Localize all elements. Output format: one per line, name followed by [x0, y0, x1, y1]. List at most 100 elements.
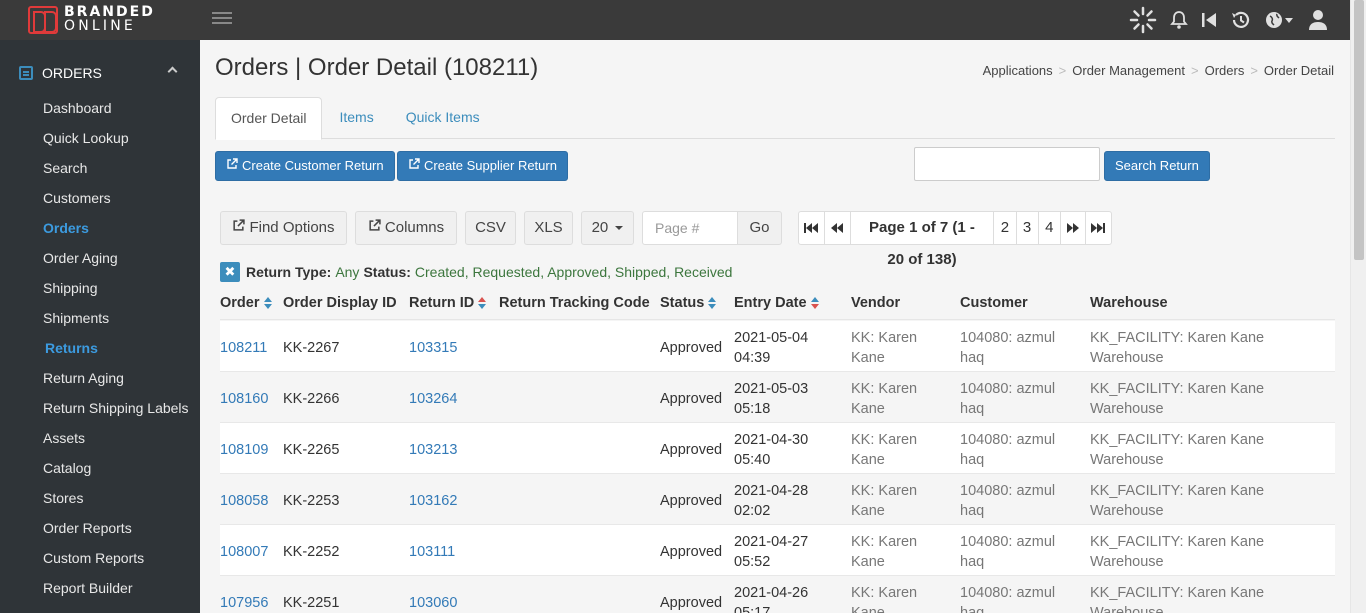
- external-link-icon: [232, 219, 246, 236]
- previous-page-icon[interactable]: [825, 212, 851, 244]
- tab-items[interactable]: Items: [324, 97, 388, 139]
- cell-time: 05:17: [734, 605, 771, 613]
- table-row[interactable]: 108007 KK-2252 103111 Approved 2021-04-27 05:…: [220, 525, 1335, 576]
- clear-filters-icon[interactable]: ✖: [220, 262, 240, 282]
- column-header-entry-date[interactable]: Entry Date: [734, 295, 819, 311]
- sidebar-item-search[interactable]: Search: [0, 153, 200, 183]
- cell-cust1: 104080: azmul: [960, 432, 1056, 448]
- search-return-input[interactable]: [914, 147, 1100, 181]
- scrollbar-thumb[interactable]: [1354, 0, 1364, 260]
- cell-return-id[interactable]: 103111: [409, 542, 455, 562]
- create-customer-return-button[interactable]: Create Customer Return: [215, 151, 395, 181]
- cell-order[interactable]: 108211: [220, 338, 267, 358]
- table-row[interactable]: 108211 KK-2267 103315 Approved 2021-05-04 04:…: [220, 321, 1335, 372]
- breadcrumb-order-management[interactable]: Order Management: [1072, 63, 1185, 78]
- sidebar: ORDERS Dashboard Quick Lookup Search Cus…: [0, 40, 200, 613]
- cell-return-id[interactable]: 103213: [409, 440, 457, 460]
- sidebar-item-stores[interactable]: Stores: [0, 483, 200, 513]
- sidebar-item-catalog[interactable]: Catalog: [0, 453, 200, 483]
- sidebar-item-customers[interactable]: Customers: [0, 183, 200, 213]
- sidebar-item-dashboard[interactable]: Dashboard: [0, 93, 200, 123]
- pagination: Page 1 of 7 (1 - 20 of 138) 2 3 4: [798, 211, 1112, 268]
- cell-order[interactable]: 108058: [220, 491, 268, 511]
- cell-time: 04:39: [734, 350, 771, 366]
- column-header-order[interactable]: Order: [220, 295, 272, 311]
- cell-vendor1: KK: Karen: [851, 534, 918, 550]
- cell-return-id[interactable]: 103315: [409, 338, 457, 358]
- first-page-icon[interactable]: [799, 212, 825, 244]
- cell-return-id[interactable]: 103162: [409, 491, 457, 511]
- column-header-order-display-id: Order Display ID: [283, 295, 397, 311]
- sidebar-item-report-builder[interactable]: Report Builder: [0, 573, 200, 603]
- filter-status-label: Status:: [363, 264, 411, 280]
- column-header-return-id[interactable]: Return ID: [409, 295, 487, 311]
- breadcrumb-applications[interactable]: Applications: [983, 63, 1053, 78]
- sidebar-item-return-shipping-labels[interactable]: Return Shipping Labels: [0, 393, 200, 423]
- history-icon[interactable]: [1230, 9, 1252, 31]
- cell-order[interactable]: 107956: [220, 593, 268, 613]
- export-xls-button[interactable]: XLS: [524, 211, 573, 245]
- page-link[interactable]: 2: [994, 212, 1017, 244]
- table-row[interactable]: 108058 KK-2253 103162 Approved 2021-04-28 02:…: [220, 474, 1335, 525]
- column-header-status[interactable]: Status: [660, 295, 717, 311]
- sidebar-item-shipping[interactable]: Shipping: [0, 273, 200, 303]
- orders-list-icon: [19, 66, 33, 80]
- export-csv-button[interactable]: CSV: [465, 211, 516, 245]
- page-size-select[interactable]: 20: [581, 211, 634, 245]
- user-profile-icon[interactable]: [1308, 9, 1328, 31]
- table-row[interactable]: 108160 KK-2266 103264 Approved 2021-05-03 05:…: [220, 372, 1335, 423]
- brand-logo-mark: [28, 6, 58, 34]
- cell-cust1: 104080: azmul: [960, 483, 1056, 499]
- cell-date: 2021-05-04: [734, 330, 809, 346]
- cell-date: 2021-04-30: [734, 432, 809, 448]
- columns-button[interactable]: Columns: [355, 211, 457, 245]
- sidebar-item-assets[interactable]: Assets: [0, 423, 200, 453]
- filter-status-value: Created, Requested, Approved, Shipped, R…: [414, 264, 733, 280]
- cell-return-id[interactable]: 103264: [409, 389, 457, 409]
- page-size-value: 20: [591, 219, 609, 236]
- sidebar-item-returns[interactable]: Returns: [0, 333, 200, 363]
- breadcrumb-orders[interactable]: Orders: [1205, 63, 1245, 78]
- cell-return-id[interactable]: 103060: [409, 593, 457, 613]
- cell-order[interactable]: 108109: [220, 440, 268, 460]
- page-link[interactable]: 3: [1017, 212, 1039, 244]
- sidebar-item-quick-lookup[interactable]: Quick Lookup: [0, 123, 200, 153]
- globe-dropdown-icon[interactable]: [1264, 9, 1296, 31]
- menu-toggle-icon[interactable]: [212, 12, 232, 28]
- page-link[interactable]: 4: [1039, 212, 1061, 244]
- cell-wh2: Warehouse: [1090, 350, 1164, 366]
- tab-quick-items[interactable]: Quick Items: [391, 97, 495, 139]
- notification-bell-icon[interactable]: [1170, 10, 1188, 30]
- cell-order[interactable]: 108007: [220, 542, 268, 562]
- sidebar-item-custom-reports[interactable]: Custom Reports: [0, 543, 200, 573]
- tab-bar: Order Detail Items Quick Items: [215, 97, 1335, 140]
- brand-logo[interactable]: BRANDED ONLINE: [28, 5, 168, 35]
- sidebar-item-order-aging[interactable]: Order Aging: [0, 243, 200, 273]
- last-page-icon[interactable]: [1086, 212, 1111, 244]
- sidebar-item-return-aging[interactable]: Return Aging: [0, 363, 200, 393]
- sort-desc-icon: [810, 297, 819, 309]
- table-row[interactable]: 108109 KK-2265 103213 Approved 2021-04-30 05:…: [220, 423, 1335, 474]
- cell-time: 05:40: [734, 452, 771, 468]
- page-scrollbar[interactable]: [1350, 0, 1366, 613]
- tab-order-detail[interactable]: Order Detail: [215, 97, 323, 140]
- breadcrumb-separator-icon: >: [1058, 63, 1067, 78]
- cell-order[interactable]: 108160: [220, 389, 268, 409]
- sidebar-section-orders[interactable]: ORDERS: [0, 62, 200, 84]
- page-number-input[interactable]: Page #: [642, 211, 738, 245]
- sort-icon: [263, 297, 272, 309]
- create-supplier-return-button[interactable]: Create Supplier Return: [397, 151, 568, 181]
- table-row[interactable]: 107956 KK-2251 103060 Approved 2021-04-26 05:…: [220, 576, 1335, 613]
- sidebar-item-order-reports[interactable]: Order Reports: [0, 513, 200, 543]
- go-button[interactable]: Go: [737, 211, 782, 245]
- find-options-button[interactable]: Find Options: [220, 211, 347, 245]
- cell-status: Approved: [660, 391, 723, 407]
- sidebar-item-orders[interactable]: Orders: [0, 213, 200, 243]
- cell-status: Approved: [660, 544, 723, 560]
- sidebar-item-shipments[interactable]: Shipments: [0, 303, 200, 333]
- active-filters: ✖ Return Type: Any Status: Created, Requ…: [220, 262, 736, 282]
- next-page-icon[interactable]: [1061, 212, 1086, 244]
- column-header-warehouse: Warehouse: [1090, 295, 1168, 311]
- first-step-back-icon[interactable]: [1200, 11, 1218, 29]
- search-return-button[interactable]: Search Return: [1104, 151, 1210, 181]
